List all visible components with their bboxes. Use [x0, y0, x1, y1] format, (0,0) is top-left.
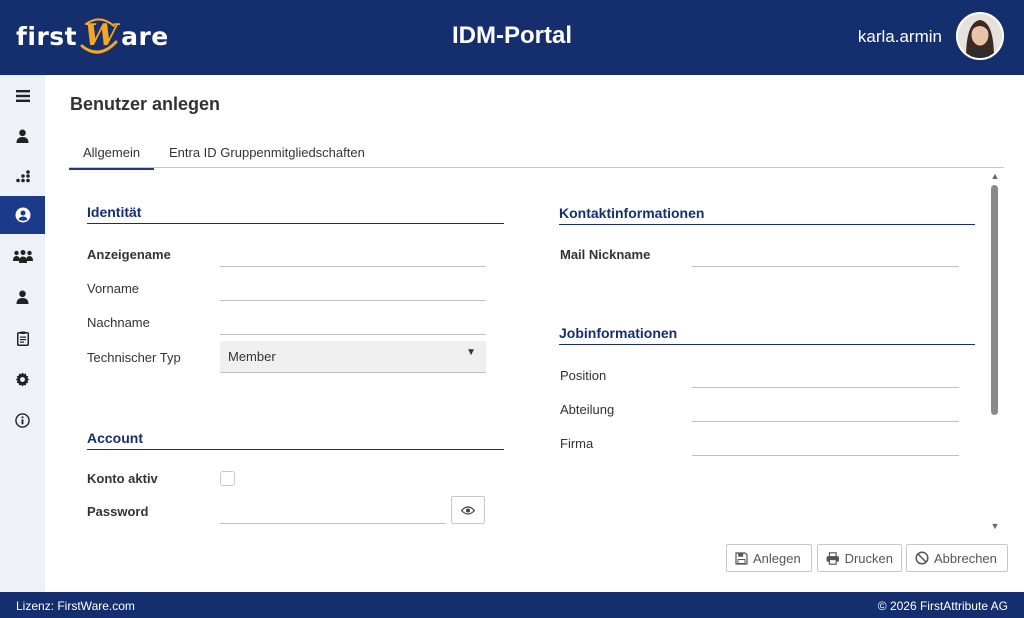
sidebar — [0, 75, 45, 592]
tech-type-value: Member — [228, 349, 276, 364]
footer: Lizenz: FirstWare.com © 2026 FirstAttrib… — [0, 592, 1024, 618]
user-circle-icon — [15, 207, 30, 223]
sidebar-item-groups[interactable] — [0, 237, 45, 275]
scroll-up-arrow-icon[interactable]: ▲ — [989, 171, 1001, 183]
gear-icon — [15, 371, 30, 387]
create-button-label: Anlegen — [753, 550, 801, 566]
first-name-input[interactable] — [220, 277, 486, 301]
firstware-logo[interactable]: first W are — [16, 12, 169, 60]
tab-bar: Allgemein Entra ID Gruppenmitgliedschaft… — [69, 141, 1004, 170]
cancel-button-label: Abbrechen — [934, 550, 997, 566]
scrollbar-thumb[interactable] — [991, 185, 998, 415]
section-contact-title: Kontaktinformationen — [559, 205, 975, 225]
avatar[interactable] — [956, 12, 1004, 60]
main-content: Benutzer anlegen Allgemein Entra ID Grup… — [45, 75, 1024, 592]
menu-icon — [15, 90, 30, 102]
password-input[interactable] — [220, 500, 446, 524]
section-identity-title: Identität — [87, 204, 504, 224]
eye-icon — [461, 505, 475, 515]
mail-nickname-label: Mail Nickname — [560, 247, 651, 262]
license-text[interactable]: Lizenz: FirstWare.com — [16, 599, 135, 613]
save-icon — [735, 551, 748, 565]
mail-nickname-input[interactable] — [692, 243, 959, 267]
scroll-down-arrow-icon[interactable]: ▼ — [989, 521, 1001, 533]
sidebar-item-reports[interactable] — [0, 319, 45, 357]
logo-w-mark: W — [78, 16, 120, 56]
first-name-label: Vorname — [87, 281, 140, 296]
sidebar-item-user-alt[interactable] — [0, 278, 45, 316]
print-icon — [826, 551, 839, 565]
tab-entra-groups[interactable]: Entra ID Gruppenmitgliedschaften — [155, 145, 379, 168]
page-title: Benutzer anlegen — [70, 94, 221, 114]
position-label: Position — [560, 368, 607, 383]
department-label: Abteilung — [560, 402, 615, 417]
sidebar-item-user-circle[interactable] — [0, 196, 45, 234]
show-password-button[interactable] — [451, 496, 485, 524]
sidebar-item-menu[interactable] — [0, 77, 45, 115]
info-icon — [15, 412, 30, 428]
section-job-title: Jobinformationen — [559, 325, 975, 345]
cancel-icon — [915, 551, 929, 565]
tech-type-label: Technischer Typ — [87, 350, 181, 365]
account-active-checkbox[interactable] — [220, 471, 235, 486]
position-input[interactable] — [692, 364, 959, 388]
create-button[interactable]: Anlegen — [726, 544, 812, 572]
copyright-text: © 2026 FirstAttribute AG — [877, 599, 1008, 613]
sidebar-item-org[interactable] — [0, 157, 45, 195]
sidebar-item-settings[interactable] — [0, 360, 45, 398]
dropdown-caret-icon: ▼ — [466, 347, 476, 358]
app-header: first W are IDM-Portal karla.armin — [0, 0, 1024, 75]
logo-text-rest: are — [121, 21, 169, 51]
company-label: Firma — [560, 436, 594, 451]
company-input[interactable] — [692, 432, 959, 456]
logo-text-w: W — [84, 18, 119, 53]
last-name-input[interactable] — [220, 311, 486, 335]
user-icon — [16, 129, 29, 143]
cancel-button[interactable]: Abbrechen — [906, 544, 1008, 572]
group-icon — [12, 249, 33, 263]
department-input[interactable] — [692, 398, 959, 422]
username[interactable]: karla.armin — [858, 27, 942, 47]
account-active-label: Konto aktiv — [87, 471, 158, 486]
logo-text-first: first — [16, 21, 78, 51]
print-button[interactable]: Drucken — [817, 544, 902, 572]
last-name-label: Nachname — [87, 315, 150, 330]
sidebar-item-info[interactable] — [0, 401, 45, 439]
display-name-input[interactable] — [220, 243, 486, 267]
display-name-label: Anzeigename — [87, 247, 171, 262]
sidebar-item-user[interactable] — [0, 117, 45, 155]
password-label: Password — [87, 504, 149, 519]
user-alt-icon — [16, 290, 29, 304]
print-button-label: Drucken — [844, 550, 893, 566]
tab-allgemein[interactable]: Allgemein — [69, 145, 155, 170]
clipboard-icon — [16, 331, 29, 346]
tech-type-select[interactable]: Member ▼ — [220, 341, 486, 373]
section-account-title: Account — [87, 430, 504, 450]
org-chart-icon — [15, 169, 30, 182]
